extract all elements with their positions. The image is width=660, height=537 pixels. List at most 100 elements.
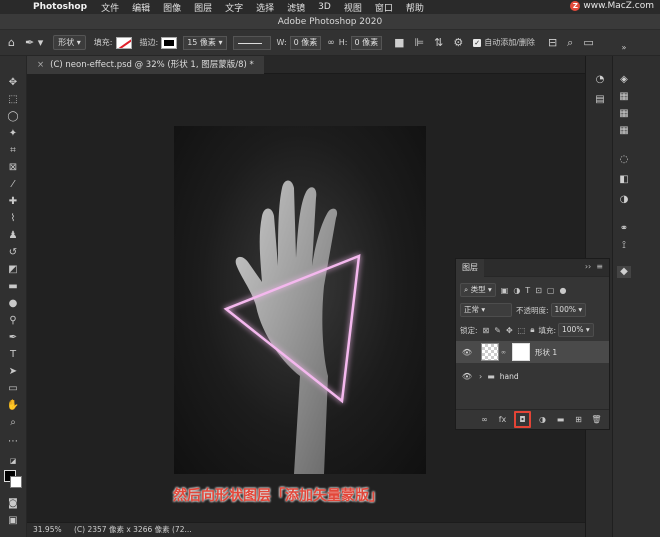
layers-panel-icon[interactable]: ◆ [617, 266, 631, 278]
screen-mode-icon[interactable]: ▣ [5, 514, 21, 528]
fill-swatch[interactable] [115, 36, 132, 49]
menu-edit[interactable]: 编辑 [132, 1, 150, 14]
menu-image[interactable]: 图像 [163, 1, 181, 14]
add-mask-button[interactable]: ◘ [514, 411, 531, 428]
clone-stamp-tool-icon[interactable]: ♟ [5, 229, 21, 243]
menu-select[interactable]: 选择 [256, 1, 274, 14]
lock-image-icon[interactable]: ✎ [494, 326, 501, 335]
fill-input[interactable]: 100% ▾ [558, 323, 594, 337]
adjustment-filter-icon[interactable]: ◑ [513, 286, 520, 295]
link-layers-icon[interactable]: ∞ [478, 413, 491, 426]
menu-layer[interactable]: 图层 [194, 1, 212, 14]
link-icon[interactable]: ∞ [327, 38, 335, 48]
lock-artboard-icon[interactable]: ⬚ [518, 326, 526, 335]
document-tab[interactable]: × (C) neon-effect.psd @ 32% (形状 1, 图层蒙版/8… [27, 56, 264, 74]
lock-all-icon[interactable]: 🔒︎ [530, 325, 534, 335]
gradient-tool-icon[interactable]: ▬ [5, 280, 21, 294]
menu-3d[interactable]: 3D [318, 2, 331, 12]
layer-row-shape-1[interactable]: 👁︎ ∞ 形状 1 [456, 341, 609, 363]
type-tool-icon[interactable]: T [5, 348, 21, 362]
opacity-input[interactable]: 100% ▾ [550, 303, 587, 317]
blend-mode-select[interactable]: 正常 ▾ [460, 303, 512, 317]
brush-tool-icon[interactable]: ⌇ [5, 212, 21, 226]
type-filter-icon[interactable]: T [525, 286, 530, 295]
history-brush-tool-icon[interactable]: ↺ [5, 246, 21, 260]
apple-icon[interactable] [10, 2, 19, 12]
trash-icon[interactable]: 🗑︎ [590, 413, 603, 426]
lasso-tool-icon[interactable]: ◯ [5, 110, 21, 124]
auto-add-delete-checkbox[interactable]: ✓ [473, 38, 482, 47]
paths-panel-icon[interactable]: ⟟ [617, 240, 631, 252]
path-selection-tool-icon[interactable]: ➤ [5, 365, 21, 379]
align-edges-icon[interactable]: ⊟ [548, 36, 557, 49]
zoom-level[interactable]: 31.95% [33, 525, 62, 534]
document-info[interactable]: (C) 2357 像素 x 3266 像素 (72... [74, 525, 192, 534]
stroke-swatch[interactable] [161, 36, 178, 49]
stroke-width-input[interactable]: 15 像素 ▾ [183, 35, 227, 50]
pen-tool-icon[interactable]: ✒ ▾ [25, 36, 43, 49]
new-group-icon[interactable]: ▬ [554, 413, 567, 426]
crop-tool-icon[interactable]: ⌗ [5, 144, 21, 158]
marquee-tool-icon[interactable]: ⬚ [5, 93, 21, 107]
patterns-panel-icon[interactable]: ▦ [617, 108, 631, 120]
visibility-eye-icon[interactable]: 👁︎ [461, 348, 473, 357]
width-input[interactable]: 0 像素 [289, 35, 322, 50]
healing-brush-tool-icon[interactable]: ✚ [5, 195, 21, 209]
swatches-panel-icon[interactable]: ▦ [617, 91, 631, 103]
channels-panel-icon[interactable]: ⚭ [617, 223, 631, 235]
gear-icon[interactable]: ⚙ [453, 36, 463, 49]
history-panel-icon[interactable]: ◔ [593, 74, 607, 86]
adjustment-layer-icon[interactable]: ◑ [536, 413, 549, 426]
path-alignment-icon[interactable]: ⊫ [415, 36, 425, 49]
3d-panel-icon[interactable]: ◈ [617, 74, 631, 86]
menu-view[interactable]: 视图 [344, 1, 362, 14]
background-color-swatch[interactable] [10, 476, 22, 488]
height-input[interactable]: 0 像素 [350, 35, 383, 50]
document-canvas[interactable] [174, 126, 426, 474]
workspace-icon[interactable]: ▭ [583, 36, 593, 49]
close-icon[interactable]: × [37, 60, 44, 70]
pixel-filter-icon[interactable]: ▣ [501, 286, 509, 295]
edit-toolbar-icon[interactable]: ⋯ [5, 435, 21, 449]
tool-mode-select[interactable]: 形状 ▾ [53, 35, 86, 50]
layer-filter-select[interactable]: ⌕ 类型 ▾ [460, 283, 496, 297]
zoom-tool-icon[interactable]: ⌕ [5, 416, 21, 430]
menu-type[interactable]: 文字 [225, 1, 243, 14]
lock-position-icon[interactable]: ✥ [506, 326, 513, 335]
collapse-panels-icon[interactable]: » [617, 42, 631, 54]
eyedropper-tool-icon[interactable]: ⁄ [5, 178, 21, 192]
home-icon[interactable]: ⌂ [8, 36, 15, 49]
lock-transparency-icon[interactable]: ⊠ [483, 326, 490, 335]
pen-tool-icon[interactable]: ✒ [5, 331, 21, 345]
layer-row-hand[interactable]: 👁︎ › ▬ hand [456, 365, 609, 387]
visibility-eye-icon[interactable]: 👁︎ [461, 372, 473, 381]
path-operations-icon[interactable]: ■ [394, 36, 404, 49]
magic-wand-tool-icon[interactable]: ✦ [5, 127, 21, 141]
stroke-type-select[interactable] [232, 35, 271, 50]
menu-app-photoshop[interactable]: Photoshop [33, 2, 87, 12]
menu-filter[interactable]: 滤镜 [287, 1, 305, 14]
menu-window[interactable]: 窗口 [375, 1, 393, 14]
properties-panel-icon[interactable]: ▤ [593, 94, 607, 106]
layer-style-fx-icon[interactable]: fx [496, 413, 509, 426]
layers-tab[interactable]: 图层 [456, 259, 484, 277]
menu-file[interactable]: 文件 [101, 1, 119, 14]
eraser-tool-icon[interactable]: ◩ [5, 263, 21, 277]
rectangle-tool-icon[interactable]: ▭ [5, 382, 21, 396]
grid-panel-icon[interactable]: ▦ [617, 125, 631, 137]
search-icon[interactable]: ⌕ [567, 36, 573, 50]
path-arrangement-icon[interactable]: ⇅ [434, 36, 443, 49]
quick-mask-icon[interactable]: ◙ [5, 497, 21, 511]
smart-object-filter-icon[interactable]: ▢ [547, 286, 555, 295]
chain-link-icon[interactable]: ∞ [501, 349, 506, 356]
default-colors-icon[interactable]: ◪ [5, 454, 21, 468]
panel-menu-icon[interactable]: ›› ≡ [585, 262, 603, 271]
shape-filter-icon[interactable]: ⊡ [535, 286, 542, 295]
adjustments-panel-icon[interactable]: ◧ [617, 174, 631, 186]
blur-tool-icon[interactable]: ● [5, 297, 21, 311]
move-tool-icon[interactable]: ✥ [5, 76, 21, 90]
styles-panel-icon[interactable]: ◑ [617, 194, 631, 206]
new-layer-icon[interactable]: ⊞ [572, 413, 585, 426]
light-panel-icon[interactable]: ◌ [617, 154, 631, 166]
hand-tool-icon[interactable]: ✋ [5, 399, 21, 413]
